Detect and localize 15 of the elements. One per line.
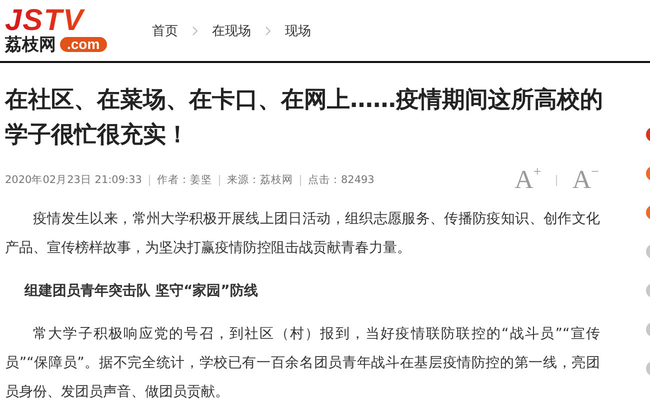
section-heading: 组建团员青年突击队 坚守“家园”防线 bbox=[23, 282, 259, 301]
article-meta: 作者：姜坚 bbox=[156, 173, 212, 187]
article-paragraph: 常大学子积极响应党的号召，到社区（村）报到，当好疫情联防联控的“战斗员”“宣传员”“保障员”。据不完全统计，学校已有一百余名团员青年战斗在基层疫情防控的第一线，亮团员身份、发团员声音、做团员贡献。 bbox=[5, 325, 600, 402]
breadcrumb-link[interactable]: 首页 bbox=[152, 22, 178, 40]
logo-site-name: 荔枝网 bbox=[5, 34, 56, 54]
breadcrumb-link[interactable]: 在现场 bbox=[212, 22, 251, 40]
article-meta: 来源：荔枝网 bbox=[226, 173, 293, 187]
chevron-icon bbox=[192, 26, 198, 36]
article-meta: 点击：82493 bbox=[308, 173, 374, 187]
breadcrumb-link[interactable]: 现场 bbox=[285, 22, 311, 40]
chevron-icon bbox=[265, 26, 271, 36]
article-paragraph: 疫情发生以来，常州大学积极开展线上团日活动，组织志愿服务、传播防疫知识、创作文化产品、宣传榜样故事，为坚决打赢疫情防控阻击战贡献青春力量。 bbox=[5, 210, 600, 258]
logo-domain-badge: .com bbox=[60, 37, 107, 52]
article-title: 在社区、在菜场、在卡口、在网上……疫情期间这所高校的学子很忙很充实！ bbox=[5, 86, 604, 150]
article-meta: 2020年02月23日 21:09:33 bbox=[5, 173, 142, 187]
